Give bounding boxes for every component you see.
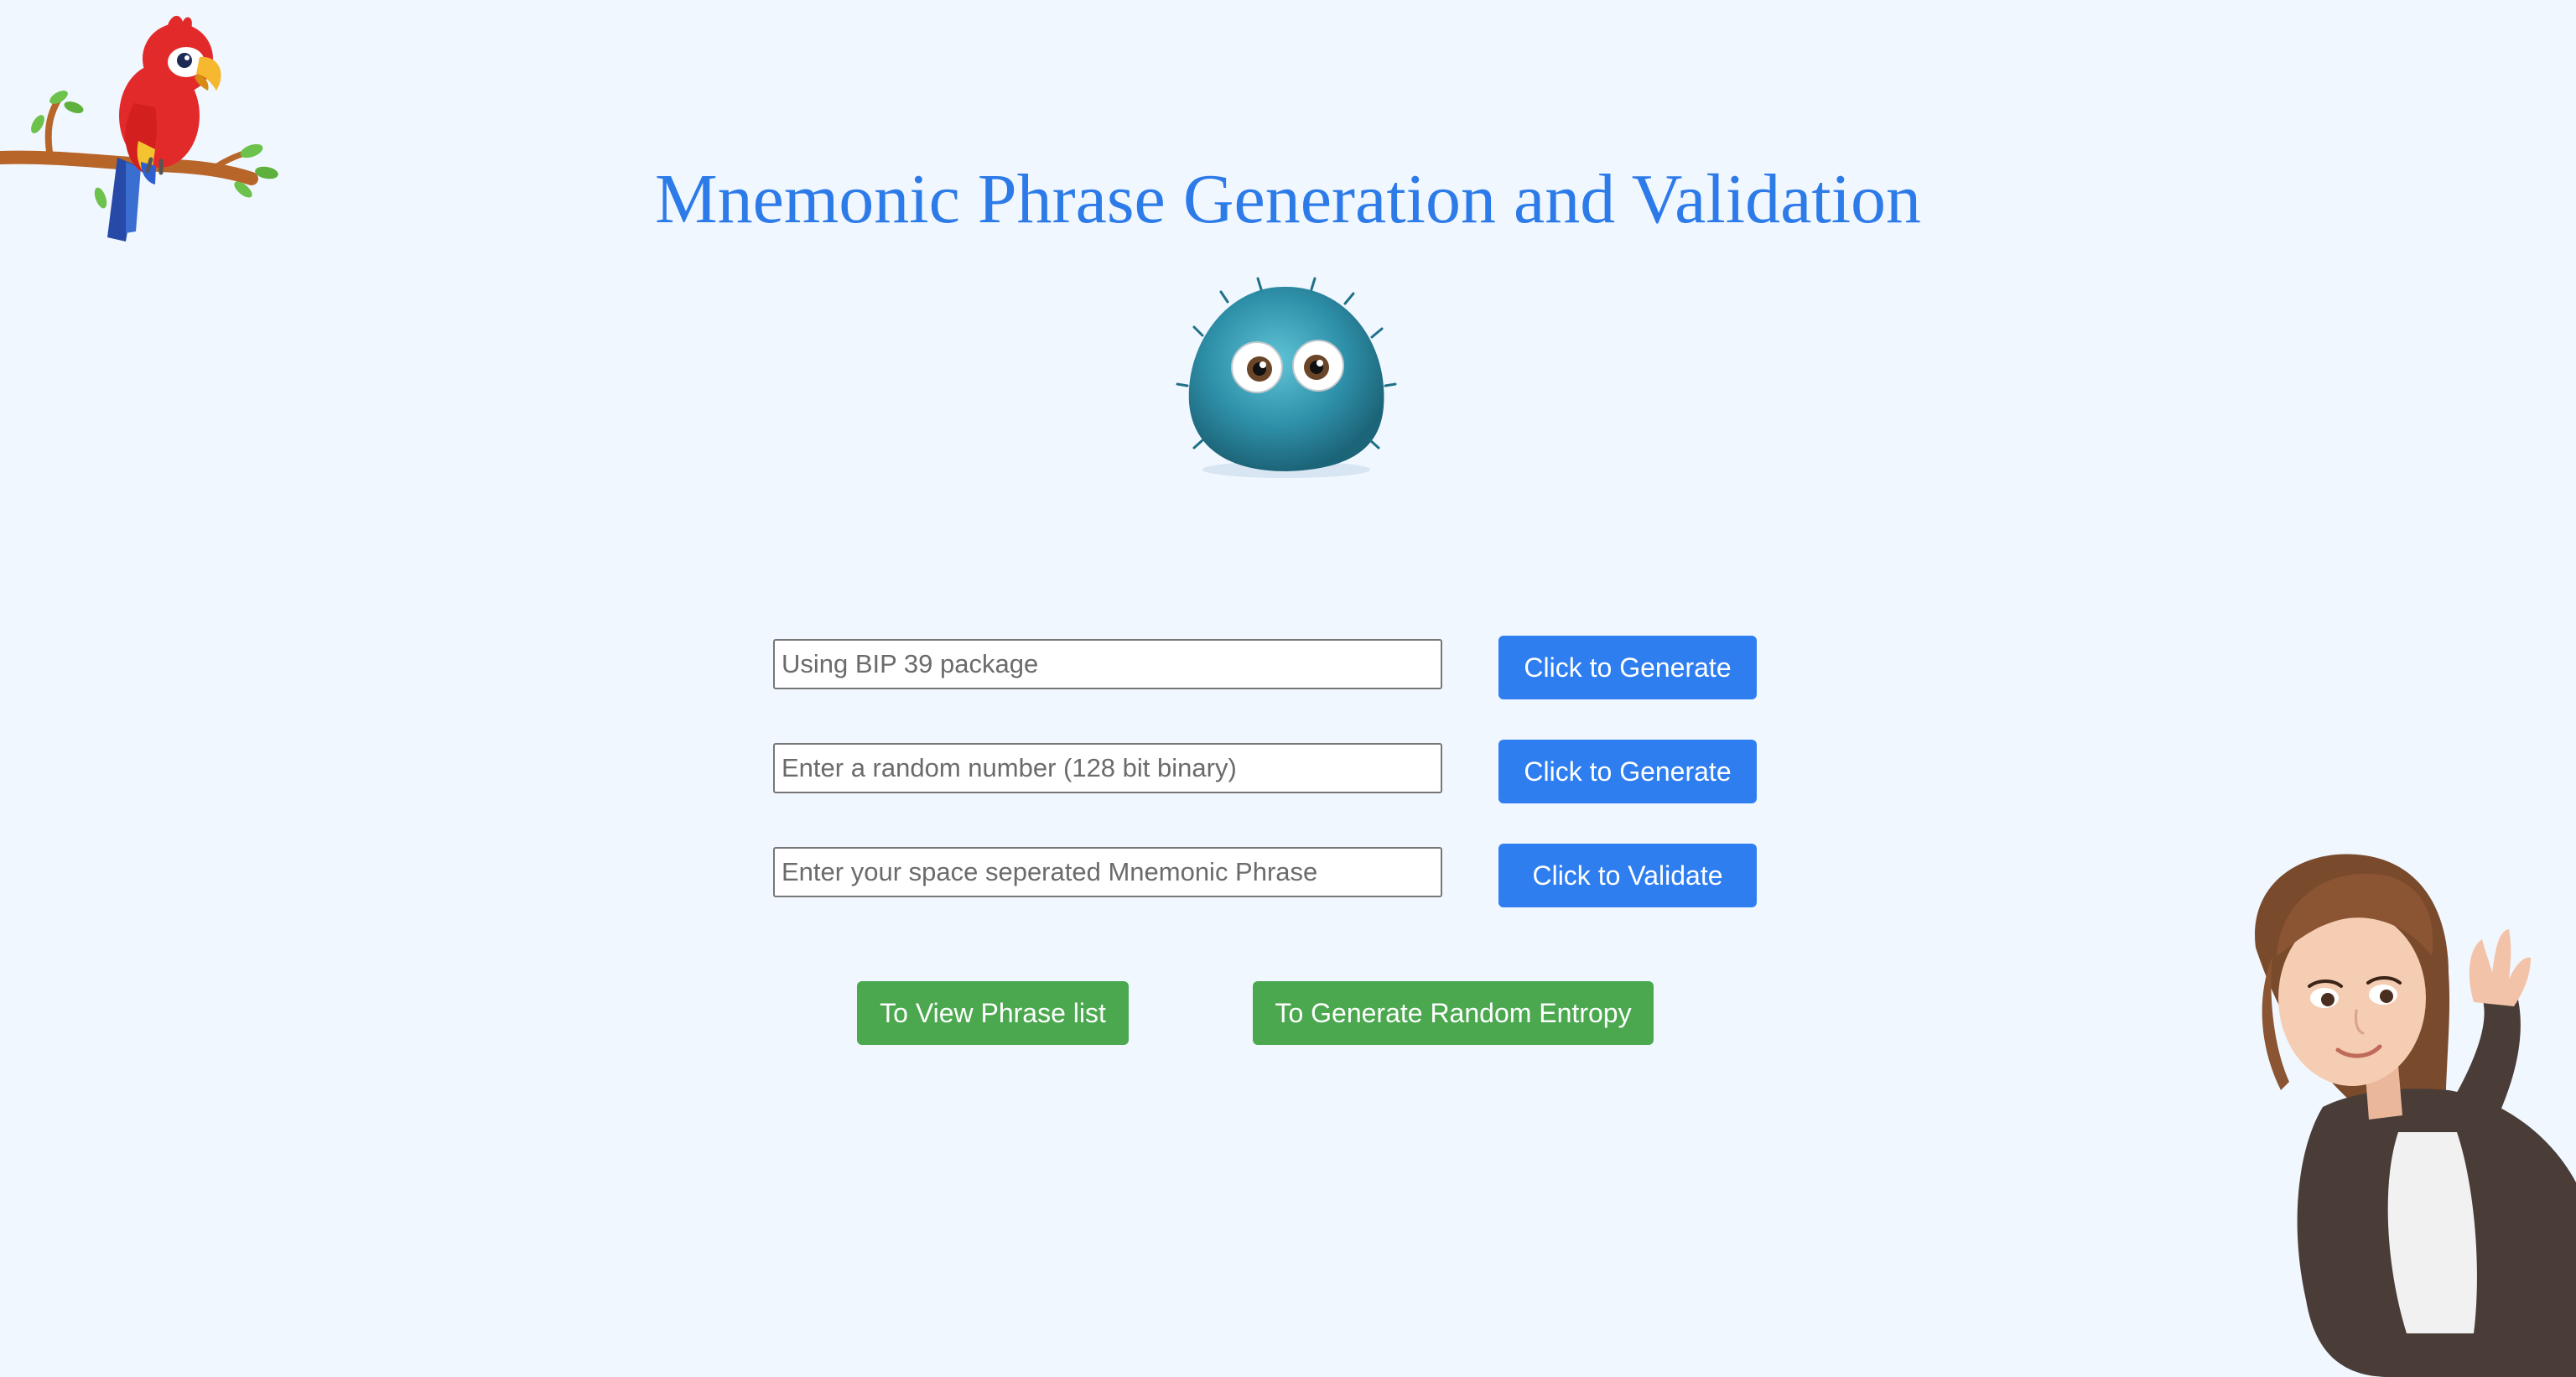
page-title: Mnemonic Phrase Generation and Validatio… [654,160,1922,238]
monster-illustration [1176,277,1397,478]
mnemonic-phrase-input[interactable] [773,847,1442,897]
view-phrase-list-button[interactable]: To View Phrase list [857,981,1129,1045]
validate-button[interactable]: Click to Validate [1498,844,1757,907]
generate-bip39-button[interactable]: Click to Generate [1498,636,1757,699]
generate-from-binary-button[interactable]: Click to Generate [1498,740,1757,803]
waving-woman-illustration [2255,854,2576,1377]
binary-number-input[interactable] [773,743,1442,793]
generate-random-entropy-button[interactable]: To Generate Random Entropy [1253,981,1654,1045]
bip39-input[interactable] [773,639,1442,689]
